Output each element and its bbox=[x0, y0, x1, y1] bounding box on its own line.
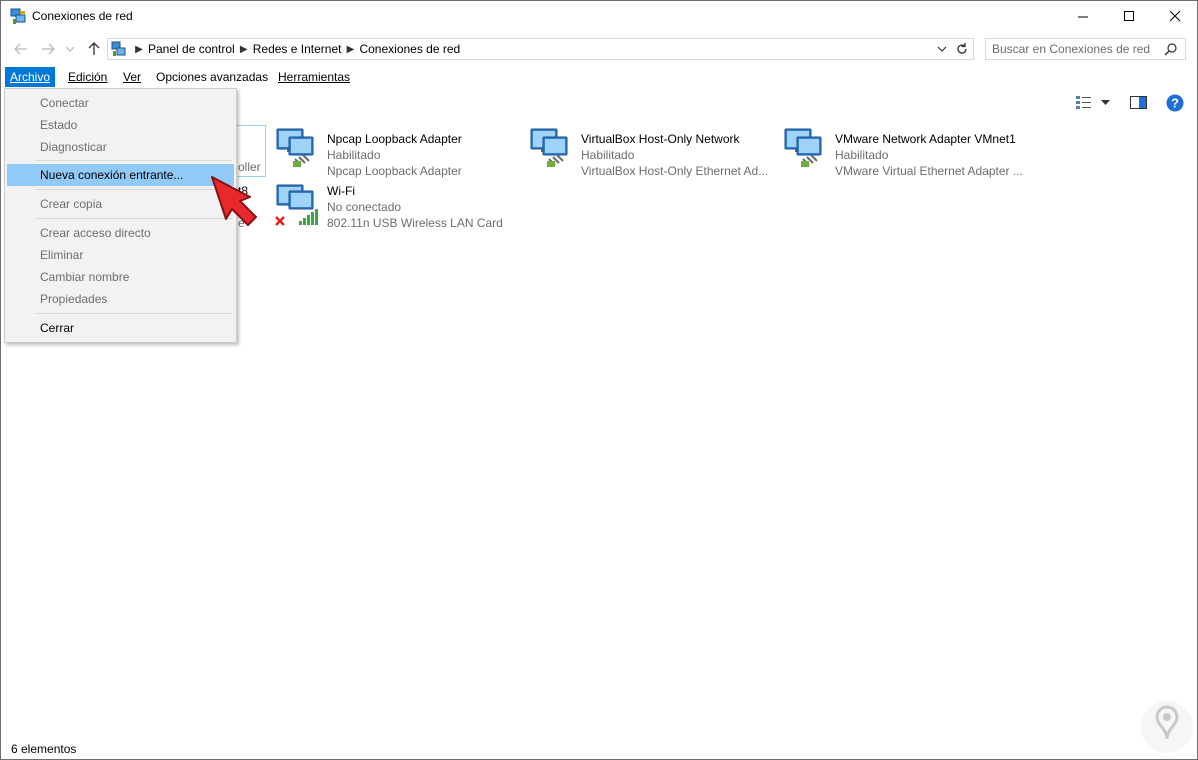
menu-separator bbox=[35, 189, 232, 190]
menu-separator bbox=[35, 218, 232, 219]
network-connections-icon bbox=[10, 8, 26, 24]
adapter-virtualbox[interactable]: VirtualBox Host-Only Network Habilitado … bbox=[529, 125, 779, 178]
navigation-bar: ▶ Panel de control ▶ Redes e Internet ▶ … bbox=[1, 34, 1197, 64]
adapter-device: 802.11n USB Wireless LAN Card bbox=[327, 216, 503, 230]
adapter-device: VMware Virtual Ethernet Adapter ... bbox=[835, 164, 1023, 178]
menu-item-cambiar-nombre[interactable]: Cambiar nombre bbox=[7, 266, 234, 288]
menu-item-conectar[interactable]: Conectar bbox=[7, 92, 234, 114]
menu-ver[interactable]: Ver bbox=[118, 67, 146, 87]
search-box[interactable] bbox=[985, 38, 1186, 60]
menu-ver-label: Ver bbox=[123, 70, 142, 84]
arrow-right-icon bbox=[42, 43, 55, 55]
adapter-vmware[interactable]: VMware Network Adapter VMnet1 Habilitado… bbox=[783, 125, 1033, 178]
network-connections-window: Conexiones de red ▶ Panel de control ▶ R… bbox=[0, 0, 1198, 760]
chevron-right-icon[interactable]: ▶ bbox=[130, 44, 148, 55]
network-adapter-icon bbox=[530, 128, 568, 167]
adapter-name: VirtualBox Host-Only Network bbox=[581, 132, 740, 146]
menu-item-cerrar[interactable]: Cerrar bbox=[7, 317, 234, 339]
breadcrumb-control-panel[interactable]: Panel de control bbox=[148, 42, 235, 56]
address-dropdown-icon[interactable] bbox=[935, 42, 949, 56]
up-button[interactable] bbox=[85, 40, 103, 58]
breadcrumb: ▶ Panel de control ▶ Redes e Internet ▶ … bbox=[130, 39, 460, 59]
search-input[interactable] bbox=[992, 41, 1162, 57]
watermark-logo bbox=[1141, 701, 1193, 753]
menu-item-estado[interactable]: Estado bbox=[7, 114, 234, 136]
chevron-right-icon[interactable]: ▶ bbox=[341, 44, 359, 55]
change-view-icon[interactable] bbox=[1075, 95, 1092, 110]
maximize-icon bbox=[1123, 11, 1134, 21]
menu-opciones-avanzadas-label: Opciones avanzadas bbox=[156, 70, 269, 84]
menu-separator bbox=[35, 313, 232, 314]
menu-edicion-label: Edición bbox=[68, 70, 108, 84]
recent-locations-button[interactable] bbox=[64, 40, 76, 58]
adapter-name: VMware Network Adapter VMnet1 bbox=[835, 132, 1016, 146]
breadcrumb-network-connections[interactable]: Conexiones de red bbox=[359, 42, 460, 56]
window-title: Conexiones de red bbox=[32, 9, 133, 23]
menu-herramientas[interactable]: Herramientas bbox=[273, 67, 355, 87]
menu-item-crear-copia[interactable]: Crear copia bbox=[7, 193, 234, 215]
adapter-npcap[interactable]: Npcap Loopback Adapter Habilitado Npcap … bbox=[275, 125, 525, 178]
menu-item-eliminar[interactable]: Eliminar bbox=[7, 244, 234, 266]
title-bar: Conexiones de red bbox=[1, 1, 1197, 32]
close-icon bbox=[1169, 11, 1180, 22]
menu-bar: Archivo Edición Ver Opciones avanzadas H… bbox=[1, 67, 1197, 87]
view-options-dropdown-icon[interactable] bbox=[1101, 100, 1110, 106]
network-adapter-icon bbox=[784, 128, 822, 167]
adapter-device: Npcap Loopback Adapter bbox=[327, 164, 462, 178]
network-connections-icon bbox=[111, 41, 126, 56]
menu-item-diagnosticar[interactable]: Diagnosticar bbox=[7, 136, 234, 158]
adapter-wifi[interactable]: Wi-Fi No conectado 802.11n USB Wireless … bbox=[275, 181, 525, 233]
refresh-icon[interactable] bbox=[954, 41, 970, 57]
menu-herramientas-label: Herramientas bbox=[278, 70, 351, 84]
forward-button[interactable] bbox=[39, 40, 57, 58]
minimize-button[interactable] bbox=[1060, 1, 1106, 32]
adapter-status: Habilitado bbox=[327, 148, 381, 162]
menu-separator bbox=[35, 160, 232, 161]
address-bar[interactable]: ▶ Panel de control ▶ Redes e Internet ▶ … bbox=[107, 38, 974, 60]
menu-edicion[interactable]: Edición bbox=[63, 67, 112, 87]
adapter-device: VirtualBox Host-Only Ethernet Ad... bbox=[581, 164, 769, 178]
arrow-up-icon bbox=[88, 42, 100, 55]
svg-text:?: ? bbox=[1171, 96, 1179, 111]
arrow-left-icon bbox=[14, 43, 27, 55]
chevron-down-icon bbox=[66, 46, 74, 52]
menu-opciones-avanzadas[interactable]: Opciones avanzadas bbox=[151, 67, 273, 87]
help-icon[interactable]: ? bbox=[1166, 94, 1184, 112]
status-bar-count: 6 elementos bbox=[11, 742, 77, 756]
menu-item-propiedades[interactable]: Propiedades bbox=[7, 288, 234, 310]
adapter-status: No conectado bbox=[327, 200, 402, 214]
pointer-arrow-icon bbox=[211, 176, 257, 226]
minimize-icon bbox=[1077, 16, 1088, 18]
preview-pane-icon[interactable] bbox=[1130, 96, 1147, 109]
adapter-name: Wi-Fi bbox=[327, 184, 355, 198]
file-menu-dropdown: Conectar Estado Diagnosticar Nueva conex… bbox=[4, 88, 237, 343]
menu-archivo[interactable]: Archivo bbox=[5, 67, 56, 87]
search-icon bbox=[1164, 43, 1177, 56]
breadcrumb-network-internet[interactable]: Redes e Internet bbox=[253, 42, 342, 56]
adapter-status: Habilitado bbox=[581, 148, 635, 162]
back-button[interactable] bbox=[12, 40, 30, 58]
chevron-right-icon[interactable]: ▶ bbox=[235, 44, 253, 55]
maximize-button[interactable] bbox=[1106, 1, 1152, 32]
menu-archivo-label: Archivo bbox=[10, 70, 51, 84]
network-adapter-icon bbox=[276, 128, 314, 167]
adapter-name: Npcap Loopback Adapter bbox=[327, 132, 462, 146]
menu-item-crear-acceso-directo[interactable]: Crear acceso directo bbox=[7, 222, 234, 244]
menu-item-nueva-conexion-entrante[interactable]: Nueva conexión entrante... bbox=[7, 164, 234, 186]
adapter-status: Habilitado bbox=[835, 148, 889, 162]
wifi-adapter-icon bbox=[275, 184, 318, 226]
close-button[interactable] bbox=[1152, 1, 1198, 32]
